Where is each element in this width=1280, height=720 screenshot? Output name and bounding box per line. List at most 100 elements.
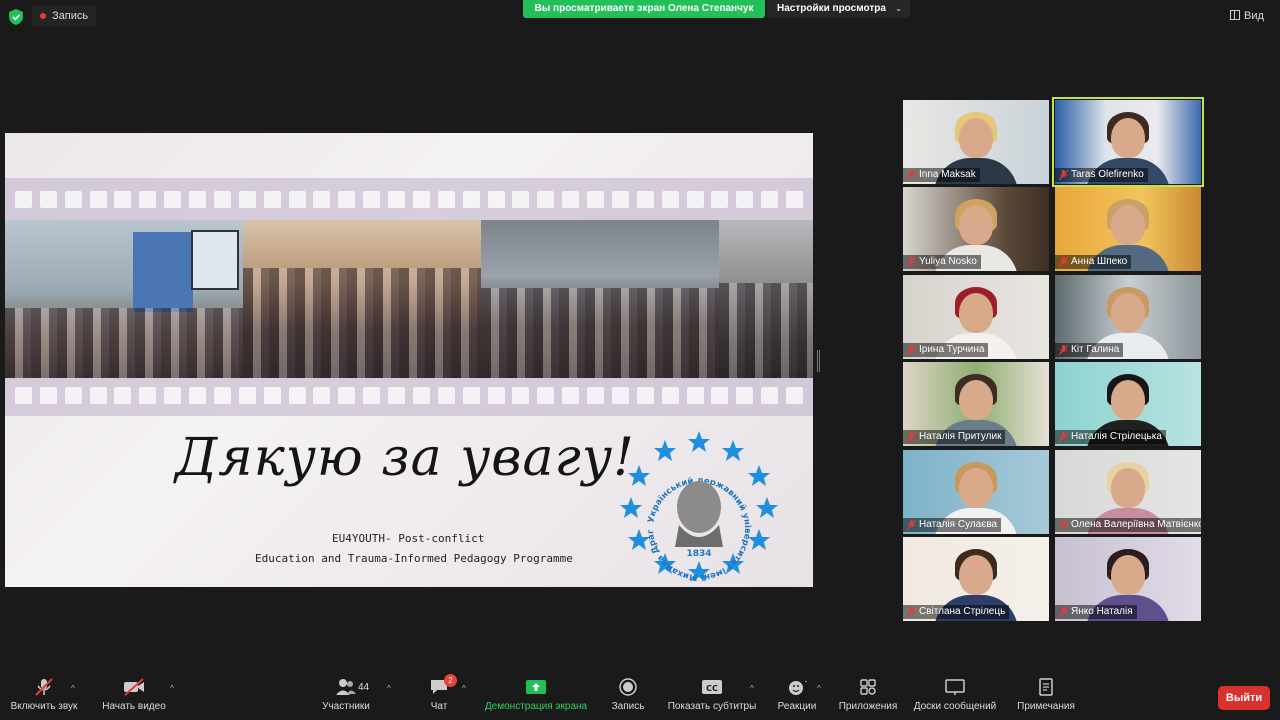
participant-name-tag: Taras Olefirenko bbox=[1055, 168, 1148, 182]
share-banner: Вы просматриваете экран Олена Степанчук bbox=[523, 0, 765, 18]
apps-button[interactable]: Приложения bbox=[836, 678, 900, 720]
film-holes-bottom bbox=[5, 384, 813, 406]
participant-name-tag: Олена Валеріївна Матвієнко bbox=[1055, 518, 1201, 532]
participant-tile[interactable]: Олена Валеріївна Матвієнко bbox=[1055, 450, 1201, 534]
participant-name: Світлана Стрілець bbox=[919, 606, 1006, 617]
whiteboards-label: Доски сообщений bbox=[913, 701, 997, 712]
film-holes-top bbox=[5, 188, 813, 210]
video-options-caret-icon[interactable]: ^ bbox=[170, 684, 174, 693]
captions-caret-icon[interactable]: ^ bbox=[750, 684, 754, 693]
participant-name: Ірина Турчина bbox=[919, 344, 985, 355]
apps-label: Приложения bbox=[838, 701, 898, 712]
captions-button[interactable]: CC Показать субтитры bbox=[666, 678, 758, 720]
participant-name: Наталія Стрілецька bbox=[1071, 431, 1162, 442]
photo-collage bbox=[5, 220, 813, 378]
whiteboards-button[interactable]: Доски сообщений bbox=[910, 678, 1000, 720]
mic-muted-icon bbox=[1059, 432, 1068, 442]
view-button-label: Вид bbox=[1244, 10, 1264, 22]
share-screen-icon bbox=[526, 680, 546, 694]
mic-muted-icon bbox=[35, 678, 53, 696]
participant-name-tag: Кіт Галина bbox=[1055, 343, 1124, 357]
record-label: Запись bbox=[611, 701, 645, 712]
portrait-bust bbox=[677, 481, 721, 533]
start-video-label: Начать видео bbox=[102, 701, 166, 712]
view-button[interactable]: Вид bbox=[1230, 7, 1264, 25]
participant-name-tag: Наталія Сулаєва bbox=[903, 518, 1002, 532]
video-off-icon bbox=[124, 678, 144, 696]
chat-button[interactable]: 2 Чат bbox=[424, 674, 457, 720]
audio-options-caret-icon[interactable]: ^ bbox=[71, 684, 75, 693]
split-resize-handle[interactable] bbox=[817, 350, 820, 372]
mic-muted-icon bbox=[907, 520, 916, 530]
notes-button[interactable]: Примечания bbox=[1012, 678, 1080, 720]
chat-label: Чат bbox=[430, 701, 448, 712]
participant-tile[interactable]: Світлана Стрілець bbox=[903, 537, 1049, 621]
participant-name-tag: Inna Maksak bbox=[903, 168, 980, 182]
record-button[interactable]: Запись bbox=[608, 678, 648, 720]
share-screen-button[interactable]: Демонстрация экрана bbox=[480, 678, 592, 720]
film-strip bbox=[5, 178, 813, 416]
security-shield-icon[interactable] bbox=[9, 9, 23, 25]
mic-muted-icon bbox=[1059, 170, 1068, 180]
recording-dot-icon bbox=[40, 13, 46, 19]
chevron-down-icon: ⌄ bbox=[895, 4, 902, 13]
photo-classroom bbox=[5, 220, 243, 378]
whiteboard-icon bbox=[945, 679, 965, 695]
participant-tile[interactable]: Taras Olefirenko bbox=[1052, 97, 1204, 187]
participant-name: Кіт Галина bbox=[1071, 344, 1120, 355]
participant-name-tag: Світлана Стрілець bbox=[903, 605, 1010, 619]
record-icon bbox=[619, 678, 637, 696]
meeting-toolbar: Включить звук ^ Начать видео ^ 44 Участн… bbox=[0, 672, 1280, 720]
start-video-button[interactable]: Начать видео bbox=[98, 678, 170, 720]
participant-tile[interactable]: Ірина Турчина bbox=[903, 275, 1049, 359]
participant-tile[interactable]: Янко Наталія bbox=[1055, 537, 1201, 621]
participant-name-tag: Янко Наталія bbox=[1055, 605, 1137, 619]
mic-muted-icon bbox=[1059, 607, 1068, 617]
participant-name: Олена Валеріївна Матвієнко bbox=[1071, 519, 1201, 530]
notes-icon bbox=[1039, 678, 1053, 696]
reactions-button[interactable]: + Реакции bbox=[774, 678, 820, 720]
closed-captions-icon: CC bbox=[702, 680, 722, 694]
university-logo: Український державний університет імені … bbox=[619, 429, 778, 581]
participant-tile[interactable]: Анна Шпеко bbox=[1055, 187, 1201, 271]
shared-screen: Дякую за увагу! EU4YOUTH- Post-conflict … bbox=[5, 133, 813, 587]
participant-name: Наталія Сулаєва bbox=[919, 519, 998, 530]
participants-caret-icon[interactable]: ^ bbox=[387, 684, 391, 693]
mic-muted-icon bbox=[907, 257, 916, 267]
mic-muted-icon bbox=[907, 170, 916, 180]
recording-indicator[interactable]: Запись bbox=[32, 5, 97, 27]
photo-circle bbox=[481, 220, 719, 378]
chat-unread-badge: 2 bbox=[444, 674, 457, 687]
participant-tile[interactable]: Наталія Притулик bbox=[903, 362, 1049, 446]
participant-name: Taras Olefirenko bbox=[1071, 169, 1144, 180]
mic-muted-icon bbox=[907, 432, 916, 442]
notes-label: Примечания bbox=[1017, 701, 1075, 712]
mic-muted-icon bbox=[907, 345, 916, 355]
participants-button[interactable]: 44 Участники bbox=[318, 678, 374, 720]
captions-label: Показать субтитры bbox=[667, 701, 757, 712]
participant-name: Янко Наталія bbox=[1071, 606, 1133, 617]
photo-seminar bbox=[719, 220, 813, 378]
participant-name: Анна Шпеко bbox=[1071, 256, 1128, 267]
participants-icon bbox=[336, 679, 356, 695]
participant-name: Yuliya Nosko bbox=[919, 256, 977, 267]
participants-count: 44 bbox=[358, 682, 370, 693]
participant-name-tag: Анна Шпеко bbox=[1055, 255, 1132, 269]
reactions-label: Реакции bbox=[777, 701, 817, 712]
participant-name: Inna Maksak bbox=[919, 169, 976, 180]
participant-tile[interactable]: Inna Maksak bbox=[903, 100, 1049, 184]
top-bar: Запись Вы просматриваете экран Олена Сте… bbox=[0, 0, 1280, 34]
participant-name-tag: Наталія Притулик bbox=[903, 430, 1006, 444]
chat-caret-icon[interactable]: ^ bbox=[462, 684, 466, 693]
slide-subtitle-line2: Education and Trauma-Informed Pedagogy P… bbox=[255, 552, 573, 565]
view-grid-icon bbox=[1230, 10, 1240, 20]
participant-tile[interactable]: Yuliya Nosko bbox=[903, 187, 1049, 271]
reaction-smiley-icon: + bbox=[789, 678, 807, 695]
participant-tile[interactable]: Наталія Сулаєва bbox=[903, 450, 1049, 534]
participant-tile[interactable]: Кіт Галина bbox=[1055, 275, 1201, 359]
svg-text:+: + bbox=[804, 678, 807, 686]
leave-button[interactable]: Выйти bbox=[1218, 686, 1270, 710]
participant-tile[interactable]: Наталія Стрілецька bbox=[1055, 362, 1201, 446]
reactions-caret-icon[interactable]: ^ bbox=[817, 684, 821, 693]
view-options-button[interactable]: Настройки просмотра ⌄ bbox=[767, 0, 910, 18]
